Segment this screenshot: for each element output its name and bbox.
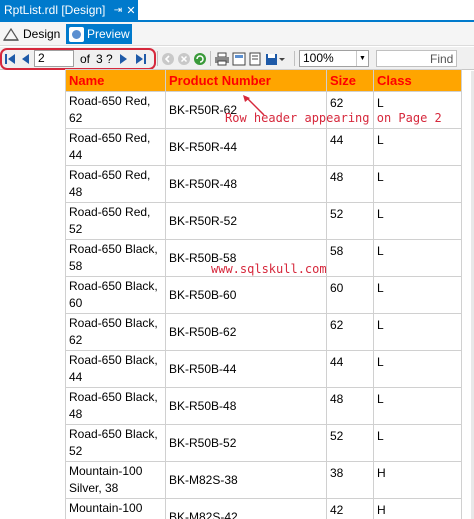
pin-icon[interactable]: ⇥ bbox=[112, 5, 124, 16]
cell-product-number: BK-R50B-44 bbox=[165, 350, 327, 388]
annotation-arrow bbox=[243, 95, 265, 116]
cell-class: L bbox=[373, 202, 462, 240]
cell-name: Road-650 Red, 48 bbox=[65, 165, 166, 203]
cell-name: Road-650 Black, 62 bbox=[65, 313, 166, 351]
cell-name: Road-650 Red, 52 bbox=[65, 202, 166, 240]
find-button[interactable]: Find bbox=[430, 52, 453, 66]
cell-size: 48 bbox=[326, 165, 374, 203]
zoom-select[interactable]: 100% ▼ bbox=[299, 50, 369, 67]
cell-product-number: BK-R50R-52 bbox=[165, 202, 327, 240]
table-row: Road-650 Black, 44 BK-R50B-44 44 L bbox=[65, 350, 462, 388]
cell-class: L bbox=[373, 128, 462, 166]
table-row: Mountain-100 Silver, 42BK-M82S-4242H bbox=[65, 498, 462, 519]
cell-class: L bbox=[373, 350, 462, 388]
cell-size: 44 bbox=[326, 350, 374, 388]
cell-product-number: BK-R50R-48 bbox=[165, 165, 327, 203]
stop-icon[interactable] bbox=[177, 51, 191, 66]
column-header-size: Size bbox=[326, 69, 374, 92]
table-row: Road-650 Black, 48 BK-R50B-48 48 L bbox=[65, 387, 462, 425]
cell-name: Road-650 Black, 60 bbox=[65, 276, 166, 314]
preview-tab-label: Preview bbox=[87, 27, 130, 41]
cell-name: Mountain-100 Silver, 42 bbox=[65, 498, 166, 519]
print-layout-icon[interactable] bbox=[232, 51, 246, 66]
table-row: Mountain-100 Silver, 38 BK-M82S-38 38 H bbox=[65, 461, 462, 499]
back-icon[interactable] bbox=[161, 51, 175, 66]
cell-name: Road-650 Black, 52 bbox=[65, 424, 166, 462]
close-icon[interactable]: ✕ bbox=[124, 4, 138, 17]
cell-size: 60 bbox=[326, 276, 374, 314]
export-icon[interactable] bbox=[265, 51, 285, 66]
table-row: Road-650 Black, 52 BK-R50B-52 52 L bbox=[65, 424, 462, 462]
toolbar-separator bbox=[210, 51, 211, 66]
column-header-product-number: Product Number bbox=[165, 69, 327, 92]
cell-name: Road-650 Red, 62 bbox=[65, 91, 166, 129]
cell-size: 62 bbox=[326, 313, 374, 351]
print-icon[interactable] bbox=[214, 51, 230, 66]
cell-class: L bbox=[373, 276, 462, 314]
cell-class: L bbox=[373, 313, 462, 351]
page-navigation-highlight bbox=[0, 48, 156, 70]
cell-class: H bbox=[373, 498, 462, 519]
refresh-icon[interactable] bbox=[193, 51, 207, 66]
preview-icon bbox=[69, 26, 84, 42]
design-tab[interactable]: Design bbox=[2, 25, 61, 43]
cell-name: Mountain-100 Silver, 38 bbox=[65, 461, 166, 499]
cell-class: L bbox=[373, 387, 462, 425]
cell-product-number: BK-R50B-62 bbox=[165, 313, 327, 351]
table-row: Road-650 Red, 48 BK-R50R-48 48 L bbox=[65, 165, 462, 203]
cell-name: Road-650 Black, 48 bbox=[65, 387, 166, 425]
cell-class: L bbox=[373, 165, 462, 203]
cell-class: L bbox=[373, 424, 462, 462]
column-header-name: Name bbox=[65, 69, 166, 92]
preview-tab[interactable]: Preview bbox=[66, 24, 132, 44]
document-tab-title: RptList.rdl [Design] bbox=[4, 3, 106, 17]
watermark-text: www.sqlskull.com bbox=[211, 262, 327, 276]
design-icon bbox=[2, 27, 20, 41]
document-tab-strip: RptList.rdl [Design] ⇥ ✕ bbox=[0, 0, 474, 22]
design-tab-label: Design bbox=[23, 27, 61, 41]
cell-class: H bbox=[373, 461, 462, 499]
cell-product-number: BK-R50R-44 bbox=[165, 128, 327, 166]
cell-product-number: BK-R50B-48 bbox=[165, 387, 327, 425]
cell-size: 38 bbox=[326, 461, 374, 499]
cell-product-number: BK-M82S-38 bbox=[165, 461, 327, 499]
cell-name: Road-650 Red, 44 bbox=[65, 128, 166, 166]
toolbar-separator bbox=[294, 51, 295, 66]
cell-size: 42 bbox=[326, 498, 374, 519]
cell-size: 58 bbox=[326, 239, 374, 277]
column-header-class: Class bbox=[373, 69, 462, 92]
cell-class: L bbox=[373, 239, 462, 277]
cell-name: Road-650 Black, 44 bbox=[65, 350, 166, 388]
cell-size: 52 bbox=[326, 202, 374, 240]
table-row: Road-650 Black, 62 BK-R50B-62 62 L bbox=[65, 313, 462, 351]
view-mode-bar: Design Preview bbox=[0, 22, 474, 46]
chevron-down-icon[interactable]: ▼ bbox=[356, 51, 368, 66]
cell-product-number: BK-R50B-52 bbox=[165, 424, 327, 462]
cell-product-number: BK-M82S-42 bbox=[165, 498, 327, 519]
page-setup-icon[interactable] bbox=[248, 51, 262, 66]
table-row: Road-650 Black, 60 BK-R50B-60 60 L bbox=[65, 276, 462, 314]
table-header-row: Name Product Number Size Class bbox=[65, 69, 462, 92]
cell-size: 48 bbox=[326, 387, 374, 425]
toolbar-separator bbox=[157, 51, 158, 66]
cell-size: 44 bbox=[326, 128, 374, 166]
cell-product-number: BK-R50B-60 bbox=[165, 276, 327, 314]
cell-size: 52 bbox=[326, 424, 374, 462]
table-row: Road-650 Red, 44 BK-R50R-44 44 L bbox=[65, 128, 462, 166]
document-tab[interactable]: RptList.rdl [Design] ⇥ ✕ bbox=[0, 0, 138, 20]
table-row: Road-650 Red, 52 BK-R50R-52 52 L bbox=[65, 202, 462, 240]
cell-name: Road-650 Black, 58 bbox=[65, 239, 166, 277]
report-table: Name Product Number Size Class Road-650 … bbox=[65, 69, 462, 519]
zoom-value: 100% bbox=[303, 51, 334, 65]
